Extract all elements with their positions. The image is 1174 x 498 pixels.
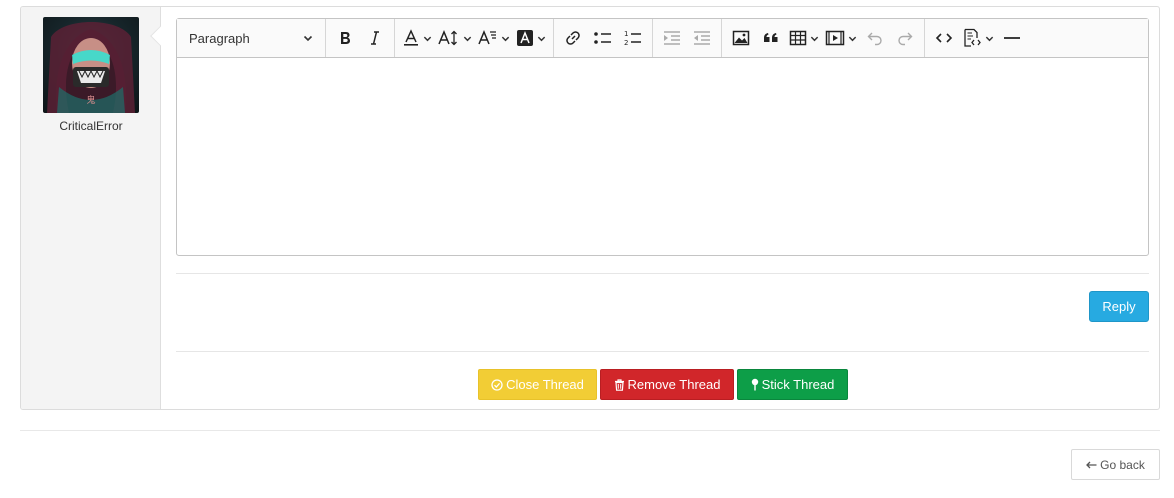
chevron-down-icon (501, 36, 510, 41)
toolbar-group-lists: 12 (554, 19, 653, 57)
stick-thread-button[interactable]: Stick Thread (737, 369, 848, 400)
image-icon (732, 30, 750, 46)
pin-icon (751, 378, 758, 391)
toolbar-group-basic (326, 19, 395, 57)
indent-button[interactable] (687, 24, 717, 52)
paragraph-select-label: Paragraph (189, 30, 250, 46)
numbered-list-button[interactable]: 12 (618, 24, 648, 52)
image-button[interactable] (726, 24, 756, 52)
close-thread-label: Close Thread (506, 377, 584, 392)
avatar-image: 鬼 (47, 22, 135, 113)
font-color-button[interactable] (399, 24, 435, 52)
chevron-down-icon (423, 36, 432, 41)
media-button[interactable] (822, 24, 860, 52)
arrow-left-icon (1086, 461, 1097, 468)
table-icon (789, 30, 807, 46)
stick-thread-label: Stick Thread (761, 377, 835, 392)
highlight-button[interactable] (513, 24, 549, 52)
page-divider (20, 430, 1160, 431)
toolbar-group-source (925, 19, 1031, 57)
reply-button[interactable]: Reply (1089, 291, 1149, 322)
link-icon (566, 31, 580, 45)
italic-button[interactable] (360, 24, 390, 52)
blockquote-icon (764, 33, 778, 42)
remove-thread-label: Remove Thread (627, 377, 721, 392)
remove-thread-button[interactable]: Remove Thread (600, 369, 734, 400)
outdent-button[interactable] (657, 24, 687, 52)
bulleted-list-button[interactable] (588, 24, 618, 52)
font-family-button[interactable] (475, 24, 513, 52)
rich-text-editor: Paragraph 1 2 (176, 18, 1149, 256)
font-size-icon (438, 30, 457, 46)
avatar[interactable]: 鬼 (43, 17, 139, 113)
user-panel: 鬼 CriticalError (21, 7, 161, 409)
toolbar-group-heading: Paragraph (177, 19, 326, 57)
avatar-glyph: 鬼 (86, 94, 95, 106)
toolbar-group-insert (722, 19, 925, 57)
chevron-down-icon (985, 36, 994, 41)
outdent-icon (664, 31, 680, 45)
code-button[interactable] (929, 24, 959, 52)
italic-icon (371, 31, 379, 45)
check-circle-icon (491, 378, 503, 391)
highlight-icon (517, 30, 533, 46)
numbered-list-icon: 12 (624, 30, 641, 47)
chevron-down-icon (303, 35, 313, 42)
close-thread-button[interactable]: Close Thread (478, 369, 597, 400)
divider (176, 351, 1149, 352)
go-back-label: Go back (1100, 457, 1145, 472)
bold-button[interactable] (330, 24, 360, 52)
media-icon (825, 30, 845, 46)
svg-text:2: 2 (624, 39, 628, 47)
font-color-icon (404, 29, 418, 46)
source-button[interactable] (959, 24, 997, 52)
paragraph-select[interactable]: Paragraph (181, 24, 321, 52)
undo-icon (867, 32, 882, 46)
blockquote-button[interactable] (756, 24, 786, 52)
horizontal-line-icon (1004, 37, 1020, 39)
bold-icon (341, 32, 350, 44)
redo-icon (898, 32, 913, 46)
code-icon (935, 33, 953, 43)
font-size-button[interactable] (435, 24, 475, 52)
editor-content-area[interactable] (177, 58, 1148, 255)
font-family-icon (478, 30, 496, 45)
chevron-down-icon (537, 36, 546, 41)
source-icon (964, 28, 981, 47)
bulleted-list-icon (594, 32, 611, 44)
reply-post-card: 鬼 CriticalError Paragraph 1 2 Reply Clos… (20, 6, 1160, 410)
toolbar-group-indent (653, 19, 722, 57)
chevron-down-icon (848, 36, 857, 41)
indent-icon (694, 31, 710, 45)
go-back-button[interactable]: Go back (1071, 449, 1160, 480)
link-button[interactable] (558, 24, 588, 52)
svg-text:1: 1 (624, 30, 628, 38)
chevron-down-icon (463, 36, 472, 41)
trash-icon (614, 378, 624, 391)
undo-button[interactable] (860, 24, 890, 52)
toolbar-group-font (395, 19, 554, 57)
table-button[interactable] (786, 24, 822, 52)
horizontal-line-button[interactable] (997, 24, 1027, 52)
username[interactable]: CriticalError (21, 119, 161, 133)
chevron-down-icon (810, 36, 819, 41)
editor-toolbar: Paragraph 1 2 (177, 19, 1148, 58)
redo-button[interactable] (890, 24, 920, 52)
divider (176, 273, 1149, 274)
